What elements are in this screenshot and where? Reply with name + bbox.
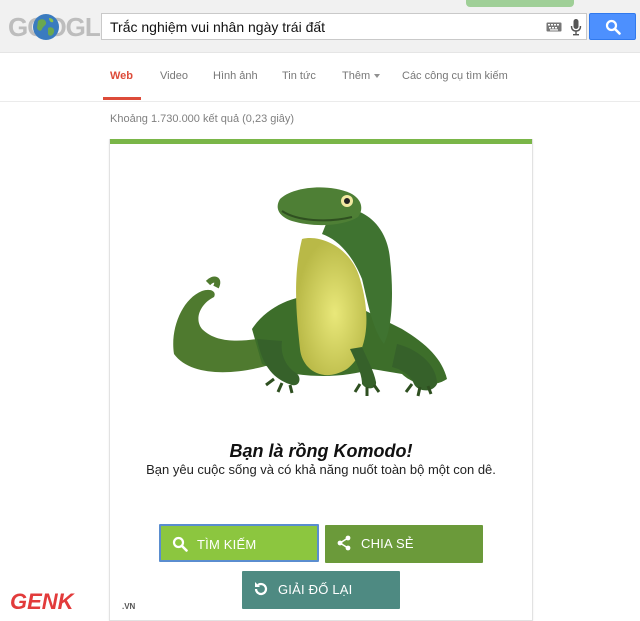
search-input[interactable] bbox=[110, 17, 530, 36]
share-button[interactable]: CHIA SẺ bbox=[325, 525, 483, 563]
caret-down-icon bbox=[374, 74, 381, 79]
tab-more-label: Thêm bbox=[342, 70, 371, 82]
tab-web[interactable]: Web bbox=[110, 70, 133, 82]
refresh-icon bbox=[254, 582, 268, 596]
keyboard-icon[interactable] bbox=[546, 22, 562, 32]
genk-watermark-logo: GENK .VN bbox=[10, 589, 136, 614]
watermark-suffix: .VN bbox=[122, 602, 136, 611]
logo-text: GOOGLE bbox=[8, 12, 117, 42]
tab-search-tools[interactable]: Các công cụ tìm kiếm bbox=[402, 70, 508, 82]
search-result-button[interactable]: TÌM KIẾM bbox=[159, 524, 319, 562]
tab-video[interactable]: Video bbox=[160, 70, 188, 82]
retry-button-label: GIẢI ĐỐ LẠI bbox=[278, 582, 353, 597]
watermark-text: GENK bbox=[10, 589, 76, 614]
komodo-dragon-illustration bbox=[173, 187, 447, 397]
search-icon bbox=[605, 19, 621, 35]
result-title: Bạn là rồng Komodo! bbox=[229, 441, 413, 461]
microphone-icon[interactable] bbox=[570, 18, 582, 36]
tab-more[interactable]: Thêm bbox=[342, 70, 381, 82]
search-button[interactable] bbox=[589, 13, 636, 40]
card-accent-bar bbox=[110, 139, 532, 144]
search-button-label: TÌM KIẾM bbox=[197, 537, 257, 552]
retry-quiz-button[interactable]: GIẢI ĐỐ LẠI bbox=[242, 571, 400, 609]
tab-news[interactable]: Tin tức bbox=[282, 70, 316, 82]
earth-globe-icon bbox=[33, 14, 59, 40]
search-icon bbox=[172, 536, 188, 552]
search-box[interactable] bbox=[101, 13, 587, 40]
tab-images[interactable]: Hình ảnh bbox=[213, 70, 258, 82]
google-logo[interactable]: GOOGLE bbox=[8, 12, 117, 44]
active-tab-indicator bbox=[103, 97, 141, 100]
top-bar: GOOGLE bbox=[0, 0, 640, 53]
search-tabs: Web Video Hình ảnh Tin tức Thêm Các công… bbox=[0, 53, 640, 102]
quiz-result-card: Bạn là rồng Komodo! Bạn yêu cuộc sống và… bbox=[109, 139, 533, 621]
share-button-label: CHIA SẺ bbox=[361, 536, 414, 551]
result-description: Bạn yêu cuộc sống và có khả năng nuốt to… bbox=[146, 462, 496, 477]
result-stats: Khoảng 1.730.000 kết quả (0,23 giây) bbox=[110, 113, 295, 125]
share-icon bbox=[337, 535, 351, 551]
notification-bar bbox=[466, 0, 574, 7]
